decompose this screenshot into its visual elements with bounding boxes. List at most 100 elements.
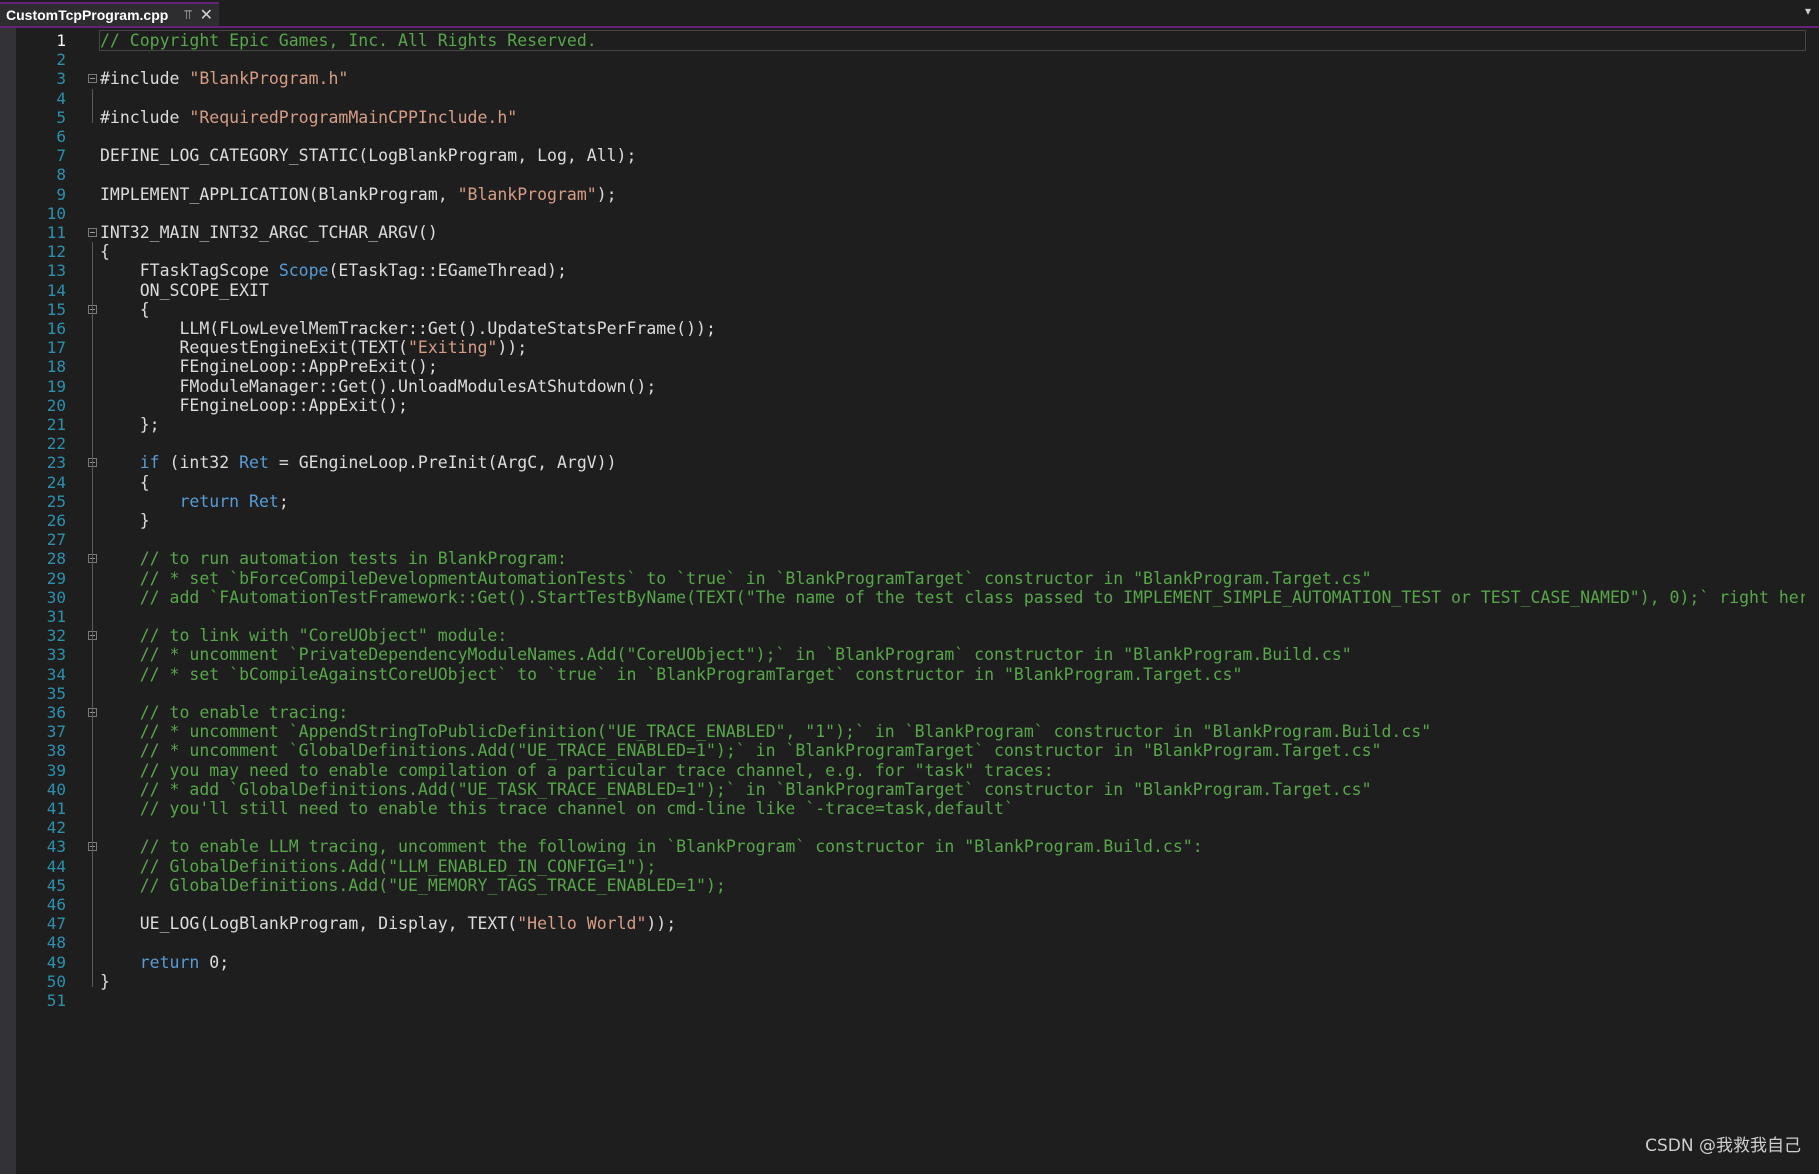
line-text[interactable]: // to run automation tests in BlankProgr… xyxy=(100,549,1805,568)
line-text[interactable]: #include "RequiredProgramMainCPPInclude.… xyxy=(100,108,1805,127)
line-text[interactable]: FModuleManager::Get().UnloadModulesAtShu… xyxy=(100,377,1805,396)
code-line[interactable]: 13 FTaskTagScope Scope(ETaskTag::EGameTh… xyxy=(16,261,1819,280)
line-text[interactable]: ON_SCOPE_EXIT xyxy=(100,281,1805,300)
code-line[interactable]: 15 { xyxy=(16,300,1819,319)
code-line[interactable]: 16 LLM(FLowLevelMemTracker::Get().Update… xyxy=(16,319,1819,338)
code-line[interactable]: 9 IMPLEMENT_APPLICATION(BlankProgram, "Bl… xyxy=(16,185,1819,204)
line-text[interactable]: // to link with "CoreUObject" module: xyxy=(100,626,1805,645)
tab-custom-tcp-program[interactable]: CustomTcpProgram.cpp ⫪ ✕ xyxy=(0,2,220,26)
line-text[interactable]: #include "BlankProgram.h" xyxy=(100,69,1805,88)
line-text[interactable] xyxy=(100,684,1805,703)
code-line[interactable]: 17 RequestEngineExit(TEXT("Exiting")); xyxy=(16,338,1819,357)
code-line[interactable]: 30 // add `FAutomationTestFramework::Get… xyxy=(16,588,1819,607)
code-line[interactable]: 40 // * add `GlobalDefinitions.Add("UE_T… xyxy=(16,780,1819,799)
line-text[interactable] xyxy=(100,50,1805,69)
code-line[interactable]: 25 return Ret; xyxy=(16,492,1819,511)
code-line[interactable]: 7 DEFINE_LOG_CATEGORY_STATIC(LogBlankProg… xyxy=(16,146,1819,165)
line-text[interactable] xyxy=(100,818,1805,837)
line-text[interactable] xyxy=(100,530,1805,549)
code-line[interactable]: 35 xyxy=(16,684,1819,703)
line-text[interactable]: // you'll still need to enable this trac… xyxy=(100,799,1805,818)
line-text[interactable]: IMPLEMENT_APPLICATION(BlankProgram, "Bla… xyxy=(100,185,1805,204)
line-text[interactable]: // you may need to enable compilation of… xyxy=(100,761,1805,780)
line-text[interactable] xyxy=(100,933,1805,952)
code-editor[interactable]: 1 // Copyright Epic Games, Inc. All Right… xyxy=(16,28,1819,1174)
code-line[interactable]: 21 }; xyxy=(16,415,1819,434)
line-text[interactable]: // to enable LLM tracing, uncomment the … xyxy=(100,837,1805,856)
code-line[interactable]: 34 // * set `bCompileAgainstCoreUObject`… xyxy=(16,665,1819,684)
line-text[interactable]: return 0; xyxy=(100,953,1805,972)
line-text[interactable]: // * set `bForceCompileDevelopmentAutoma… xyxy=(100,569,1805,588)
code-line[interactable]: 36 // to enable tracing: xyxy=(16,703,1819,722)
code-line[interactable]: 14 ON_SCOPE_EXIT xyxy=(16,281,1819,300)
collapse-icon[interactable] xyxy=(88,74,97,84)
line-text[interactable]: { xyxy=(100,473,1805,492)
code-line[interactable]: 45 // GlobalDefinitions.Add("UE_MEMORY_T… xyxy=(16,876,1819,895)
line-text[interactable]: FEngineLoop::AppExit(); xyxy=(100,396,1805,415)
line-text[interactable]: LLM(FLowLevelMemTracker::Get().UpdateSta… xyxy=(100,319,1805,338)
line-text[interactable]: return Ret; xyxy=(100,492,1805,511)
line-text[interactable]: UE_LOG(LogBlankProgram, Display, TEXT("H… xyxy=(100,914,1805,933)
code-line[interactable]: 27 xyxy=(16,530,1819,549)
code-line[interactable]: 4 xyxy=(16,89,1819,108)
line-text[interactable]: INT32_MAIN_INT32_ARGC_TCHAR_ARGV() xyxy=(100,223,1805,242)
code-line[interactable]: 24 { xyxy=(16,473,1819,492)
code-line[interactable]: 37 // * uncomment `AppendStringToPublicD… xyxy=(16,722,1819,741)
line-text[interactable] xyxy=(100,991,1805,1010)
line-text[interactable]: // GlobalDefinitions.Add("LLM_ENABLED_IN… xyxy=(100,857,1805,876)
code-line[interactable]: 38 // * uncomment `GlobalDefinitions.Add… xyxy=(16,741,1819,760)
line-text[interactable]: } xyxy=(100,972,1805,991)
line-text[interactable]: if (int32 Ret = GEngineLoop.PreInit(ArgC… xyxy=(100,453,1805,472)
line-text[interactable]: // * add `GlobalDefinitions.Add("UE_TASK… xyxy=(100,780,1805,799)
collapse-icon[interactable] xyxy=(88,228,97,237)
line-text[interactable]: // * uncomment `AppendStringToPublicDefi… xyxy=(100,722,1805,741)
code-line[interactable]: 46 xyxy=(16,895,1819,914)
code-line[interactable]: 48 xyxy=(16,933,1819,952)
code-line[interactable]: 49 return 0; xyxy=(16,953,1819,972)
code-line[interactable]: 28 // to run automation tests in BlankPr… xyxy=(16,549,1819,568)
line-text[interactable]: FEngineLoop::AppPreExit(); xyxy=(100,357,1805,376)
line-text[interactable]: // GlobalDefinitions.Add("UE_MEMORY_TAGS… xyxy=(100,876,1805,895)
line-text[interactable] xyxy=(100,165,1805,184)
line-text[interactable] xyxy=(100,89,1805,108)
code-line[interactable]: 1 // Copyright Epic Games, Inc. All Right… xyxy=(16,29,1819,52)
line-text[interactable]: } xyxy=(100,511,1805,530)
line-text[interactable]: }; xyxy=(100,415,1805,434)
line-text[interactable]: FTaskTagScope Scope(ETaskTag::EGameThrea… xyxy=(100,261,1805,280)
code-line[interactable]: 44 // GlobalDefinitions.Add("LLM_ENABLED… xyxy=(16,857,1819,876)
line-text[interactable]: { xyxy=(100,242,1805,261)
code-line[interactable]: 12 { xyxy=(16,242,1819,261)
code-line[interactable]: 2 xyxy=(16,50,1819,69)
code-line[interactable]: 51 xyxy=(16,991,1819,1010)
code-line[interactable]: 22 xyxy=(16,434,1819,453)
code-line[interactable]: 50} xyxy=(16,972,1819,991)
code-line[interactable]: 23 if (int32 Ret = GEngineLoop.PreInit(A… xyxy=(16,453,1819,472)
line-text[interactable] xyxy=(100,607,1805,626)
code-line[interactable]: 20 FEngineLoop::AppExit(); xyxy=(16,396,1819,415)
pin-icon[interactable]: ⫪ xyxy=(184,7,191,23)
line-text[interactable]: DEFINE_LOG_CATEGORY_STATIC(LogBlankProgr… xyxy=(100,146,1805,165)
code-line[interactable]: 31 xyxy=(16,607,1819,626)
code-line[interactable]: 39 // you may need to enable compilation… xyxy=(16,761,1819,780)
line-text[interactable]: RequestEngineExit(TEXT("Exiting")); xyxy=(100,338,1805,357)
line-text[interactable]: // add `FAutomationTestFramework::Get().… xyxy=(100,588,1805,607)
code-line[interactable]: 19 FModuleManager::Get().UnloadModulesAt… xyxy=(16,377,1819,396)
code-line[interactable]: 8 xyxy=(16,165,1819,184)
code-line[interactable]: 42 xyxy=(16,818,1819,837)
line-text[interactable]: // Copyright Epic Games, Inc. All Rights… xyxy=(99,29,1806,52)
code-line[interactable]: 6 xyxy=(16,127,1819,146)
line-text[interactable]: // * set `bCompileAgainstCoreUObject` to… xyxy=(100,665,1805,684)
line-text[interactable]: // * uncomment `PrivateDependencyModuleN… xyxy=(100,645,1805,664)
code-line[interactable]: 33 // * uncomment `PrivateDependencyModu… xyxy=(16,645,1819,664)
line-text[interactable]: { xyxy=(100,300,1805,319)
line-text[interactable]: // to enable tracing: xyxy=(100,703,1805,722)
code-line[interactable]: 11 INT32_MAIN_INT32_ARGC_TCHAR_ARGV() xyxy=(16,223,1819,242)
code-line[interactable]: 3 #include "BlankProgram.h" xyxy=(16,69,1819,88)
code-line[interactable]: 18 FEngineLoop::AppPreExit(); xyxy=(16,357,1819,376)
line-text[interactable] xyxy=(100,204,1805,223)
line-text[interactable]: // * uncomment `GlobalDefinitions.Add("U… xyxy=(100,741,1805,760)
line-text[interactable] xyxy=(100,895,1805,914)
code-line[interactable]: 10 xyxy=(16,204,1819,223)
code-line[interactable]: 29 // * set `bForceCompileDevelopmentAut… xyxy=(16,569,1819,588)
line-text[interactable] xyxy=(100,127,1805,146)
